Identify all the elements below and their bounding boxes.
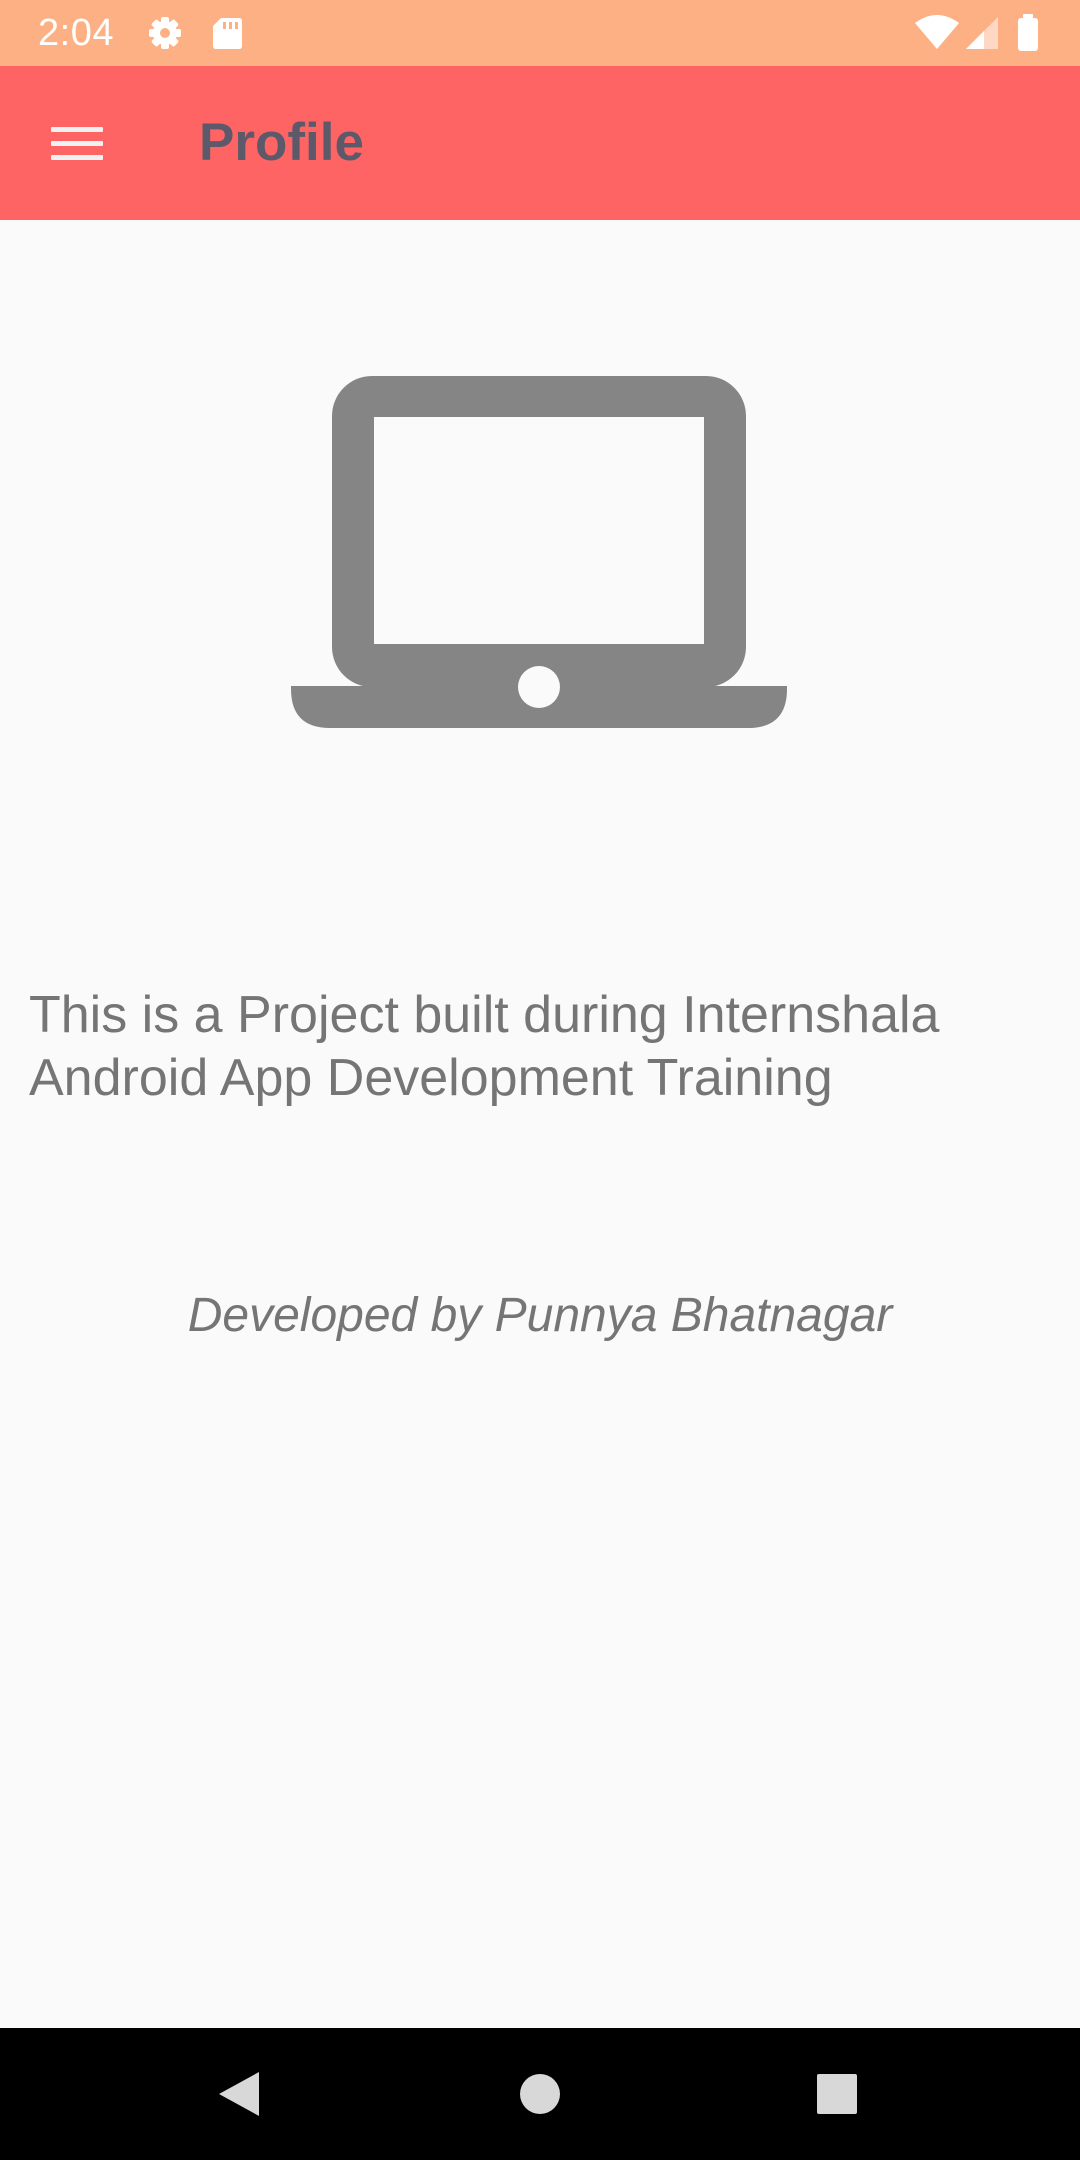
back-icon [200,2072,280,2138]
status-time: 2:04 [38,12,114,54]
home-button[interactable] [500,2054,580,2134]
recents-icon [797,2074,877,2138]
navigation-bar [0,2028,1080,2160]
status-bar: 2:04 [0,0,1080,66]
wifi-icon [914,13,960,53]
back-button[interactable] [200,2054,280,2134]
app-bar: Profile [0,66,1080,220]
cell-signal-icon [962,13,1002,53]
page-title: Profile [199,113,364,172]
laptop-icon [291,376,787,728]
developer-credit: Developed by Punnya Bhatnagar [187,1289,893,1342]
settings-icon [145,13,185,53]
battery-icon [1016,13,1040,53]
menu-button[interactable] [32,103,122,183]
recents-button[interactable] [797,2054,877,2134]
project-description: This is a Project built during Internsha… [29,986,940,1107]
sd-card-icon [207,13,247,53]
home-icon [500,2074,580,2138]
